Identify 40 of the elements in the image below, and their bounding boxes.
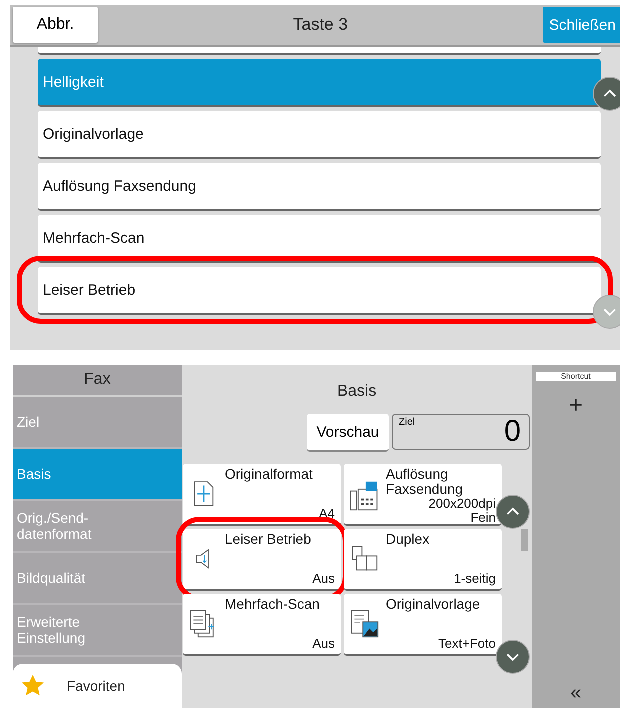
tile-label: Leiser Betrieb — [225, 532, 312, 547]
preview-button[interactable]: Vorschau — [307, 414, 389, 452]
tile-value: 1-seitig — [454, 572, 496, 586]
tile-label: Auflösung Faxsendung — [386, 467, 464, 497]
scroll-up-button[interactable] — [593, 77, 620, 111]
tile-value: 200x200dpi — [428, 497, 496, 511]
tile-value: Fein — [470, 511, 496, 525]
tile-value: A4 — [319, 507, 335, 521]
collapse-button[interactable]: « — [564, 681, 588, 706]
tile-label: Duplex — [386, 532, 431, 547]
tile-value: Text+Foto — [438, 637, 496, 651]
list-item[interactable]: Auflösung Faxsendung — [38, 163, 601, 211]
scrollbar-thumb[interactable] — [521, 529, 528, 551]
favorites-button[interactable]: Favoriten — [13, 664, 182, 708]
function-tile[interactable]: Originalvorlage Text+Foto — [344, 594, 502, 656]
cancel-button[interactable]: Abbr. — [13, 7, 98, 43]
list-item[interactable]: Mehrfach-Scan — [38, 215, 601, 263]
function-tile[interactable]: Mehrfach-Scan Aus — [183, 594, 341, 656]
function-tile[interactable]: Leiser Betrieb Aus — [183, 529, 341, 591]
dialog-title: Taste 3 — [293, 15, 348, 35]
star-icon — [21, 674, 45, 698]
scroll-down-button[interactable] — [496, 640, 530, 674]
tile-label: Mehrfach-Scan — [225, 597, 321, 612]
pages-icon — [351, 545, 379, 573]
destination-counter: Ziel 0 — [392, 414, 530, 450]
list-item[interactable]: Originalvorlage — [38, 111, 601, 159]
tile-value: Aus — [312, 572, 335, 586]
function-tile[interactable]: Originalformat A4 — [183, 464, 341, 526]
tile-value: Aus — [312, 637, 335, 651]
add-button[interactable]: + — [562, 391, 589, 421]
function-tile[interactable]: Duplex 1-seitig — [344, 529, 502, 591]
list-item[interactable] — [38, 47, 601, 55]
text-photo-icon — [350, 609, 380, 639]
tile-label: Originalformat — [225, 467, 314, 482]
tile-label: Originalvorlage — [386, 597, 482, 612]
function-tile[interactable]: Auflösung Faxsendung 200x200dpi Fein — [344, 464, 502, 526]
shortcut-tab[interactable]: Shortcut — [536, 372, 616, 381]
panel-title: Basis — [337, 383, 377, 401]
list-item[interactable]: Leiser Betrieb — [38, 267, 601, 315]
scroll-up-button[interactable] — [496, 495, 530, 529]
